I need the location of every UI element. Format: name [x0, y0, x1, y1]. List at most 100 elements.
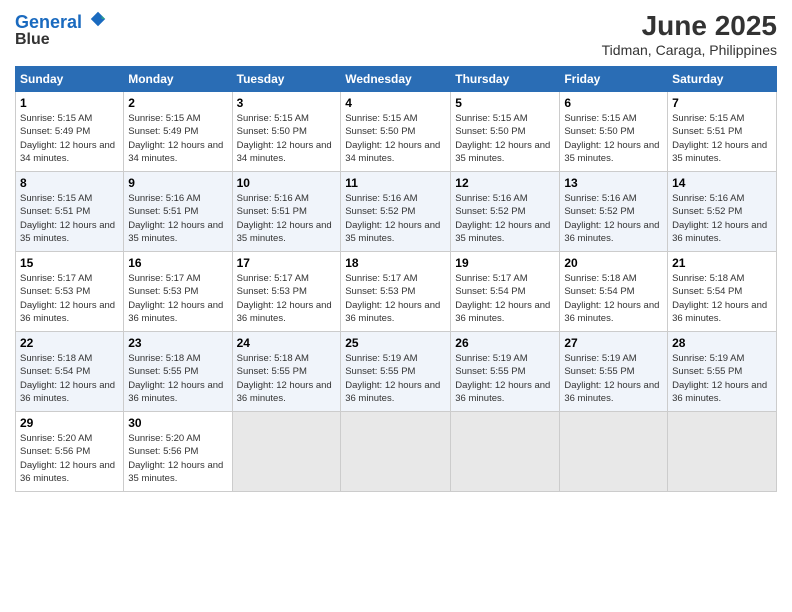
calendar-cell: 15 Sunrise: 5:17 AM Sunset: 5:53 PM Dayli…	[16, 252, 124, 332]
calendar-cell: 23 Sunrise: 5:18 AM Sunset: 5:55 PM Dayli…	[124, 332, 232, 412]
calendar-week-1: 1 Sunrise: 5:15 AM Sunset: 5:49 PM Daylig…	[16, 92, 777, 172]
day-info: Sunrise: 5:18 AM Sunset: 5:55 PM Dayligh…	[237, 352, 337, 405]
day-number: 24	[237, 336, 337, 350]
day-number: 2	[128, 96, 227, 110]
day-number: 22	[20, 336, 119, 350]
day-info: Sunrise: 5:20 AM Sunset: 5:56 PM Dayligh…	[128, 432, 227, 485]
calendar-cell: 29 Sunrise: 5:20 AM Sunset: 5:56 PM Dayli…	[16, 412, 124, 492]
calendar-cell: 24 Sunrise: 5:18 AM Sunset: 5:55 PM Dayli…	[232, 332, 341, 412]
weekday-header-friday: Friday	[560, 67, 668, 92]
day-info: Sunrise: 5:17 AM Sunset: 5:53 PM Dayligh…	[20, 272, 119, 325]
day-info: Sunrise: 5:16 AM Sunset: 5:51 PM Dayligh…	[128, 192, 227, 245]
calendar-cell: 18Sunrise: 5:17 AM Sunset: 5:53 PM Dayli…	[341, 252, 451, 332]
day-number: 30	[128, 416, 227, 430]
calendar-cell: 16Sunrise: 5:17 AM Sunset: 5:53 PM Dayli…	[124, 252, 232, 332]
month-title: June 2025	[602, 10, 777, 42]
day-number: 8	[20, 176, 119, 190]
logo: General Blue	[15, 10, 107, 48]
title-area: June 2025 Tidman, Caraga, Philippines	[602, 10, 777, 58]
day-info: Sunrise: 5:15 AM Sunset: 5:51 PM Dayligh…	[672, 112, 772, 165]
day-info: Sunrise: 5:18 AM Sunset: 5:54 PM Dayligh…	[564, 272, 663, 325]
day-info: Sunrise: 5:15 AM Sunset: 5:50 PM Dayligh…	[237, 112, 337, 165]
day-number: 27	[564, 336, 663, 350]
weekday-header-monday: Monday	[124, 67, 232, 92]
day-number: 28	[672, 336, 772, 350]
day-number: 7	[672, 96, 772, 110]
day-info: Sunrise: 5:19 AM Sunset: 5:55 PM Dayligh…	[672, 352, 772, 405]
calendar-cell: 8 Sunrise: 5:15 AM Sunset: 5:51 PM Daylig…	[16, 172, 124, 252]
logo-blue: Blue	[15, 31, 50, 49]
calendar-cell: 12 Sunrise: 5:16 AM Sunset: 5:52 PM Dayli…	[451, 172, 560, 252]
day-number: 21	[672, 256, 772, 270]
day-info: Sunrise: 5:17 AM Sunset: 5:53 PM Dayligh…	[345, 272, 446, 325]
calendar-week-2: 8 Sunrise: 5:15 AM Sunset: 5:51 PM Daylig…	[16, 172, 777, 252]
calendar-cell: 3Sunrise: 5:15 AM Sunset: 5:50 PM Daylig…	[232, 92, 341, 172]
weekday-header-thursday: Thursday	[451, 67, 560, 92]
day-info: Sunrise: 5:15 AM Sunset: 5:50 PM Dayligh…	[564, 112, 663, 165]
calendar-cell: 22 Sunrise: 5:18 AM Sunset: 5:54 PM Dayli…	[16, 332, 124, 412]
day-info: Sunrise: 5:15 AM Sunset: 5:49 PM Dayligh…	[20, 112, 119, 165]
calendar-table: SundayMondayTuesdayWednesdayThursdayFrid…	[15, 66, 777, 492]
header: General Blue June 2025 Tidman, Caraga, P…	[15, 10, 777, 58]
page-container: General Blue June 2025 Tidman, Caraga, P…	[0, 0, 792, 502]
weekday-header-sunday: Sunday	[16, 67, 124, 92]
day-number: 11	[345, 176, 446, 190]
calendar-cell	[560, 412, 668, 492]
day-number: 12	[455, 176, 555, 190]
calendar-cell: 14 Sunrise: 5:16 AM Sunset: 5:52 PM Dayli…	[668, 172, 777, 252]
calendar-cell: 25 Sunrise: 5:19 AM Sunset: 5:55 PM Dayli…	[341, 332, 451, 412]
day-info: Sunrise: 5:15 AM Sunset: 5:50 PM Dayligh…	[345, 112, 446, 165]
calendar-week-3: 15 Sunrise: 5:17 AM Sunset: 5:53 PM Dayli…	[16, 252, 777, 332]
calendar-week-5: 29 Sunrise: 5:20 AM Sunset: 5:56 PM Dayli…	[16, 412, 777, 492]
calendar-cell: 26Sunrise: 5:19 AM Sunset: 5:55 PM Dayli…	[451, 332, 560, 412]
weekday-header-saturday: Saturday	[668, 67, 777, 92]
day-number: 5	[455, 96, 555, 110]
calendar-cell: 7 Sunrise: 5:15 AM Sunset: 5:51 PM Daylig…	[668, 92, 777, 172]
day-info: Sunrise: 5:16 AM Sunset: 5:52 PM Dayligh…	[455, 192, 555, 245]
day-info: Sunrise: 5:20 AM Sunset: 5:56 PM Dayligh…	[20, 432, 119, 485]
calendar-cell: 2 Sunrise: 5:15 AM Sunset: 5:49 PM Daylig…	[124, 92, 232, 172]
logo-general: General	[15, 12, 82, 32]
calendar-cell	[232, 412, 341, 492]
logo-icon	[89, 10, 107, 28]
weekday-header-tuesday: Tuesday	[232, 67, 341, 92]
day-info: Sunrise: 5:18 AM Sunset: 5:54 PM Dayligh…	[20, 352, 119, 405]
day-number: 14	[672, 176, 772, 190]
day-info: Sunrise: 5:16 AM Sunset: 5:51 PM Dayligh…	[237, 192, 337, 245]
calendar-cell: 19Sunrise: 5:17 AM Sunset: 5:54 PM Dayli…	[451, 252, 560, 332]
day-info: Sunrise: 5:18 AM Sunset: 5:54 PM Dayligh…	[672, 272, 772, 325]
day-number: 20	[564, 256, 663, 270]
day-info: Sunrise: 5:18 AM Sunset: 5:55 PM Dayligh…	[128, 352, 227, 405]
calendar-cell: 4 Sunrise: 5:15 AM Sunset: 5:50 PM Daylig…	[341, 92, 451, 172]
day-info: Sunrise: 5:19 AM Sunset: 5:55 PM Dayligh…	[564, 352, 663, 405]
day-info: Sunrise: 5:19 AM Sunset: 5:55 PM Dayligh…	[345, 352, 446, 405]
day-number: 15	[20, 256, 119, 270]
calendar-cell: 5Sunrise: 5:15 AM Sunset: 5:50 PM Daylig…	[451, 92, 560, 172]
day-number: 4	[345, 96, 446, 110]
weekday-header-wednesday: Wednesday	[341, 67, 451, 92]
day-number: 29	[20, 416, 119, 430]
calendar-cell: 28 Sunrise: 5:19 AM Sunset: 5:55 PM Dayli…	[668, 332, 777, 412]
day-number: 26	[455, 336, 555, 350]
day-number: 25	[345, 336, 446, 350]
day-info: Sunrise: 5:16 AM Sunset: 5:52 PM Dayligh…	[564, 192, 663, 245]
calendar-cell: 6Sunrise: 5:15 AM Sunset: 5:50 PM Daylig…	[560, 92, 668, 172]
location: Tidman, Caraga, Philippines	[602, 42, 777, 58]
calendar-cell	[451, 412, 560, 492]
day-number: 23	[128, 336, 227, 350]
day-number: 10	[237, 176, 337, 190]
day-info: Sunrise: 5:15 AM Sunset: 5:51 PM Dayligh…	[20, 192, 119, 245]
calendar-cell: 27 Sunrise: 5:19 AM Sunset: 5:55 PM Dayli…	[560, 332, 668, 412]
calendar-cell: 1 Sunrise: 5:15 AM Sunset: 5:49 PM Daylig…	[16, 92, 124, 172]
calendar-cell: 10 Sunrise: 5:16 AM Sunset: 5:51 PM Dayli…	[232, 172, 341, 252]
calendar-cell: 20 Sunrise: 5:18 AM Sunset: 5:54 PM Dayli…	[560, 252, 668, 332]
calendar-cell	[668, 412, 777, 492]
day-number: 1	[20, 96, 119, 110]
calendar-cell: 11 Sunrise: 5:16 AM Sunset: 5:52 PM Dayli…	[341, 172, 451, 252]
day-number: 17	[237, 256, 337, 270]
calendar-cell: 17Sunrise: 5:17 AM Sunset: 5:53 PM Dayli…	[232, 252, 341, 332]
day-info: Sunrise: 5:15 AM Sunset: 5:49 PM Dayligh…	[128, 112, 227, 165]
day-info: Sunrise: 5:16 AM Sunset: 5:52 PM Dayligh…	[345, 192, 446, 245]
day-info: Sunrise: 5:17 AM Sunset: 5:54 PM Dayligh…	[455, 272, 555, 325]
day-info: Sunrise: 5:16 AM Sunset: 5:52 PM Dayligh…	[672, 192, 772, 245]
